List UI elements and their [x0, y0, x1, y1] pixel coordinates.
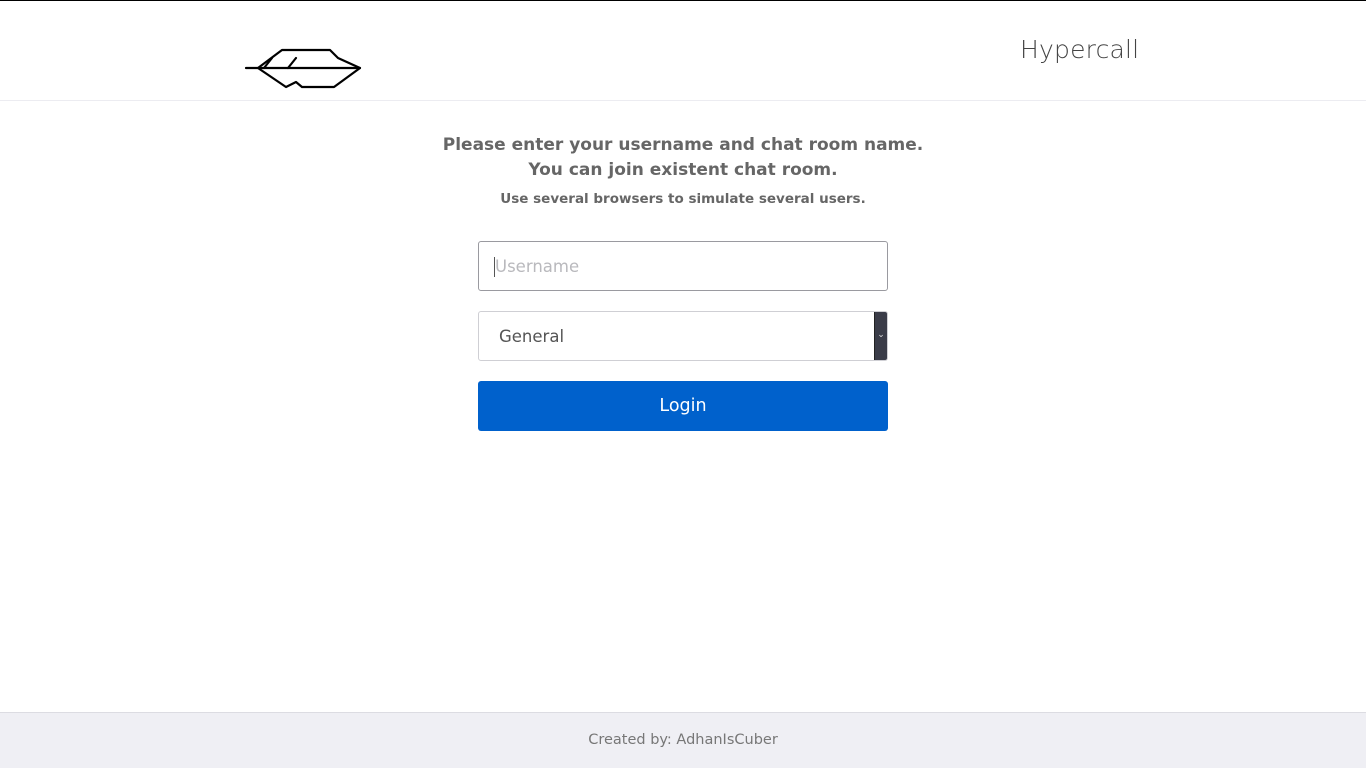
chevron-down-icon[interactable]: ⌄: [874, 312, 887, 360]
text-caret: [494, 257, 495, 277]
feather-icon[interactable]: [244, 46, 362, 90]
intro-line-1: Please enter your username and chat room…: [442, 135, 924, 155]
intro-text: Please enter your username and chat room…: [383, 133, 983, 207]
login-page: Hypercall Please enter your username and…: [0, 0, 1366, 768]
footer-credit: Created by: AdhanIsCuber: [588, 732, 778, 748]
chat-room-select[interactable]: General ⌄: [478, 311, 888, 361]
username-field[interactable]: [478, 241, 888, 291]
username-input[interactable]: [479, 242, 887, 290]
login-button[interactable]: Login: [478, 381, 888, 431]
footer: Created by: AdhanIsCuber: [0, 712, 1366, 768]
brand-title: Hypercall: [1020, 35, 1140, 64]
chat-room-selected: General: [499, 327, 565, 346]
header: Hypercall: [0, 1, 1366, 101]
intro-line-2: You can join existent chat room.: [528, 160, 838, 180]
intro-hint: Use several browsers to simulate several…: [500, 191, 866, 207]
